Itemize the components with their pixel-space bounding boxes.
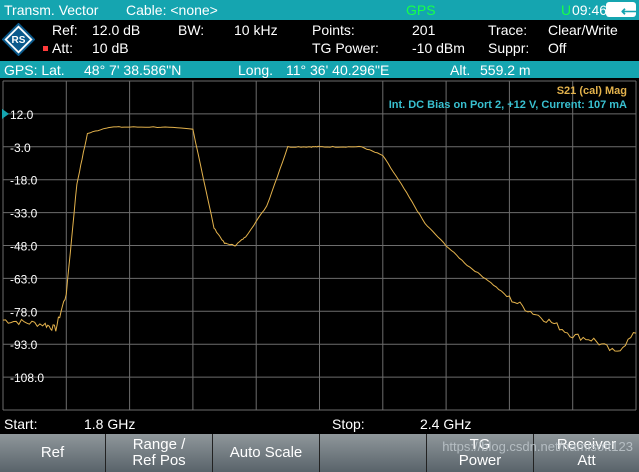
points-value: 201: [412, 22, 436, 38]
y-tick-label: -18.0: [10, 174, 38, 188]
suppr-value: Off: [548, 40, 567, 56]
trace-value: Clear/Write: [548, 22, 618, 38]
blank-softkey[interactable]: [320, 434, 427, 472]
bw-value: 10 kHz: [234, 22, 278, 38]
back-button[interactable]: ⟵: [606, 2, 639, 19]
cable-label: Cable: <none>: [126, 2, 218, 18]
receiver-softkey-line2: Att: [577, 452, 596, 469]
y-tick-label: -78.0: [10, 305, 38, 319]
y-tick-label: -48.0: [10, 240, 38, 254]
gps-line: GPS: Lat. 48° 7' 38.586"N Long. 11° 36' …: [0, 61, 639, 78]
y-tick-label: 12.0: [10, 108, 34, 122]
ref-softkey-label: Ref: [40, 444, 65, 461]
measurement-plot[interactable]: 12.0 -3.0 -18.0 -33.0 -48.0 -63.0 -78.0 -93.0 -1…: [0, 78, 639, 412]
settings-panel: Ref: 12.0 dB BW: 10 kHz Points: 201 Trac…: [0, 20, 639, 60]
att-indicator-dot: [43, 46, 48, 51]
points-label: Points:: [312, 22, 355, 38]
softkey-bar: Ref Range / Ref Pos Auto Scale TG Power …: [0, 434, 639, 472]
att-label: Att:: [52, 40, 74, 56]
ref-value: 12.0 dB: [92, 22, 141, 38]
auto-scale-softkey[interactable]: Auto Scale: [213, 434, 320, 472]
ref-softkey[interactable]: Ref: [0, 434, 106, 472]
svg-text:RS: RS: [12, 35, 26, 46]
gps-alt-value: 559.2 m: [480, 62, 531, 78]
tg-softkey-line2: Power: [458, 452, 502, 469]
gps-lat-value: 48° 7' 38.586"N: [84, 62, 182, 78]
y-tick-label: -3.0: [10, 141, 31, 155]
back-arrow-icon: ⟵: [621, 3, 639, 19]
u-indicator: U: [561, 2, 572, 18]
trace-label: Trace:: [488, 22, 528, 38]
start-value: 1.8 GHz: [84, 416, 136, 432]
tg-power-value: -10 dBm: [412, 40, 465, 56]
clock: 09:46: [572, 2, 608, 18]
y-tick-label: -108.0: [10, 371, 44, 385]
watermark: https://blog.csdn.net/namisoft123: [442, 439, 633, 454]
mode-label: Transm. Vector: [4, 2, 99, 18]
start-label: Start:: [4, 416, 38, 432]
status-bar: Transm. Vector Cable: <none> GPS U 09:46…: [0, 0, 639, 20]
rs-logo-icon: RS: [2, 23, 35, 56]
suppr-label: Suppr:: [488, 40, 530, 56]
stop-label: Stop:: [332, 416, 365, 432]
y-tick-label: -63.0: [10, 272, 38, 286]
ref-label: Ref:: [52, 22, 78, 38]
gps-lat-label: GPS: Lat.: [4, 62, 65, 78]
gps-alt-label: Alt.: [450, 62, 471, 78]
y-tick-label: -93.0: [10, 338, 38, 352]
stop-value: 2.4 GHz: [420, 416, 472, 432]
auto-scale-label: Auto Scale: [229, 444, 303, 461]
bw-label: BW:: [178, 22, 205, 38]
att-value: 10 dB: [92, 40, 129, 56]
tg-power-label: TG Power:: [312, 40, 379, 56]
range-softkey-line2: Ref Pos: [132, 452, 186, 469]
frequency-info: Start: 1.8 GHz Stop: 2.4 GHz: [0, 413, 639, 434]
plot-svg: 12.0 -3.0 -18.0 -33.0 -48.0 -63.0 -78.0 -93.0 -1…: [0, 78, 639, 412]
bias-label: Int. DC Bias on Port 2, +12 V, Current: …: [389, 99, 627, 111]
range-softkey-line1: Range /: [132, 436, 186, 453]
range-ref-pos-softkey[interactable]: Range / Ref Pos: [106, 434, 213, 472]
gps-long-value: 11° 36' 40.296"E: [286, 62, 390, 78]
gps-long-label: Long.: [238, 62, 274, 78]
y-tick-label: -33.0: [10, 207, 38, 221]
gps-indicator: GPS: [406, 2, 436, 18]
trace-label: S21 (cal) Mag: [557, 85, 627, 97]
